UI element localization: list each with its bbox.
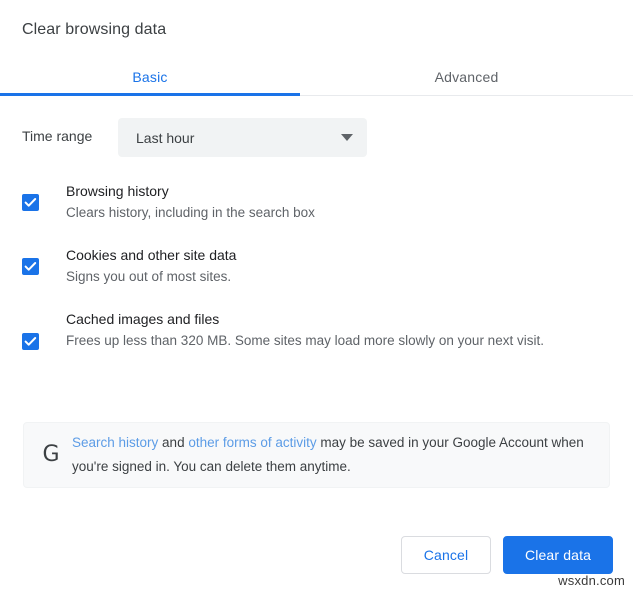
checkbox-browsing-history[interactable] <box>22 194 39 211</box>
option-title: Cookies and other site data <box>66 247 237 263</box>
option-browsing-history[interactable]: Browsing history Clears history, includi… <box>0 180 633 224</box>
chevron-down-icon <box>341 134 353 141</box>
page-title: Clear browsing data <box>22 21 167 38</box>
option-text: Browsing history Clears history, includi… <box>66 180 633 224</box>
checkbox-cell <box>0 244 66 275</box>
search-history-link[interactable]: Search history <box>72 435 158 450</box>
tab-advanced[interactable]: Advanced <box>300 58 633 95</box>
option-description: Frees up less than 320 MB. Some sites ma… <box>66 333 544 348</box>
option-description: Clears history, including in the search … <box>66 205 315 220</box>
time-range-label: Time range <box>22 128 93 144</box>
checkbox-cookies-site-data[interactable] <box>22 258 39 275</box>
check-icon <box>24 198 37 207</box>
other-forms-of-activity-link[interactable]: other forms of activity <box>188 435 316 450</box>
option-title: Cached images and files <box>66 311 220 327</box>
notice-conjunction: and <box>158 435 189 450</box>
tab-bar: Basic Advanced <box>0 58 633 96</box>
checkbox-cell <box>0 180 66 211</box>
google-account-notice: G Search history and other forms of acti… <box>23 422 610 488</box>
notice-text: Search history and other forms of activi… <box>72 431 609 479</box>
time-range-selected-value: Last hour <box>136 129 195 146</box>
option-cached-images-files[interactable]: Cached images and files Frees up less th… <box>0 308 633 352</box>
checkbox-cached-images-files[interactable] <box>22 333 39 350</box>
watermark: wsxdn.com <box>558 573 625 588</box>
google-g-icon: G <box>42 442 60 467</box>
option-cookies-site-data[interactable]: Cookies and other site data Signs you ou… <box>0 244 633 288</box>
clear-browsing-data-dialog: Clear browsing data Basic Advanced Time … <box>0 0 633 590</box>
check-icon <box>24 262 37 271</box>
option-title: Browsing history <box>66 183 169 199</box>
dialog-footer: Cancel Clear data <box>0 536 633 578</box>
active-tab-indicator <box>0 93 300 96</box>
time-range-row: Time range Last hour <box>0 118 633 158</box>
option-text: Cached images and files Frees up less th… <box>66 308 633 352</box>
options-list: Browsing history Clears history, includi… <box>0 180 633 372</box>
tab-basic[interactable]: Basic <box>0 58 300 95</box>
cancel-button[interactable]: Cancel <box>401 536 491 574</box>
time-range-select[interactable]: Last hour <box>118 118 367 157</box>
option-description: Signs you out of most sites. <box>66 269 232 284</box>
checkbox-cell <box>0 308 66 350</box>
clear-data-button[interactable]: Clear data <box>503 536 613 574</box>
check-icon <box>24 337 37 346</box>
option-text: Cookies and other site data Signs you ou… <box>66 244 633 288</box>
